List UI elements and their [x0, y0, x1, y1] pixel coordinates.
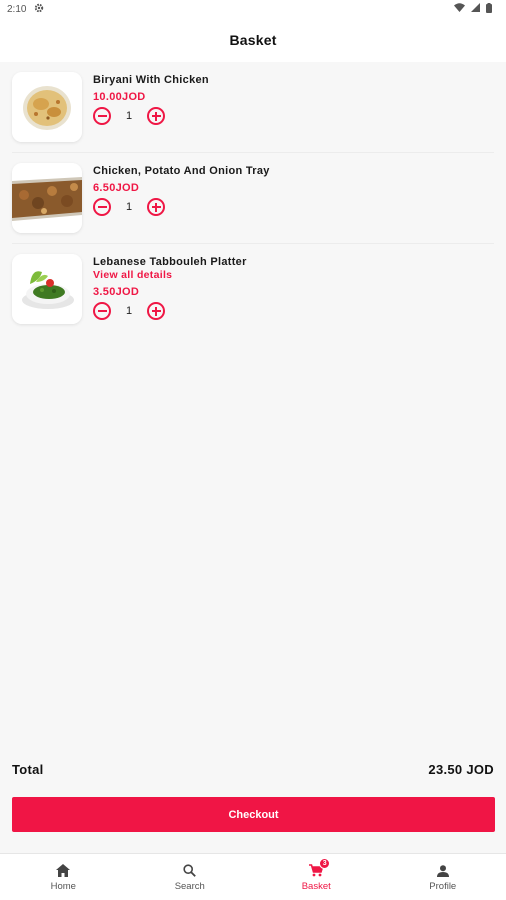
nav-basket[interactable]: 3 Basket: [253, 854, 380, 900]
quantity-stepper: 1: [93, 302, 247, 320]
item-price: 6.50JOD: [93, 182, 140, 194]
quantity-stepper: 1: [93, 198, 270, 216]
nav-home[interactable]: Home: [0, 854, 127, 900]
home-icon: [56, 863, 71, 879]
battery-icon: [486, 2, 492, 16]
quantity-value: 1: [125, 201, 133, 213]
settings-icon: [34, 3, 44, 16]
item-price: 10.00JOD: [93, 91, 146, 103]
biryani-image: [12, 72, 82, 142]
person-icon: [436, 863, 449, 879]
basket-list: Biryani With Chicken 10.00JOD 1 Chicken,…: [0, 62, 506, 334]
nav-search[interactable]: Search: [127, 854, 254, 900]
app-header: Basket: [0, 18, 506, 62]
minus-icon[interactable]: [93, 302, 111, 320]
search-icon: [183, 863, 197, 879]
nav-home-label: Home: [50, 880, 76, 892]
quantity-value: 1: [125, 305, 133, 317]
basket-item[interactable]: Lebanese Tabbouleh Platter View all deta…: [12, 244, 494, 334]
plus-icon[interactable]: [147, 302, 165, 320]
signal-icon: [471, 3, 480, 15]
wifi-icon: [454, 3, 465, 15]
total-value: 23.50 JOD: [428, 762, 494, 777]
minus-icon[interactable]: [93, 198, 111, 216]
cart-icon: 3: [309, 857, 331, 879]
plus-icon[interactable]: [147, 198, 165, 216]
nav-profile[interactable]: Profile: [380, 854, 506, 900]
item-name: Chicken, Potato And Onion Tray: [93, 165, 270, 177]
checkout-label: Checkout: [228, 808, 279, 821]
view-all-details-link[interactable]: View all details: [93, 269, 247, 282]
chicken-tray-image: [12, 163, 82, 233]
plus-icon[interactable]: [147, 107, 165, 125]
nav-basket-label: Basket: [301, 880, 331, 892]
basket-item[interactable]: Biryani With Chicken 10.00JOD 1: [12, 62, 494, 153]
item-price: 3.50JOD: [93, 286, 140, 298]
status-time: 2:10: [7, 3, 27, 15]
checkout-button[interactable]: Checkout: [12, 797, 495, 832]
item-name: Biryani With Chicken: [93, 74, 209, 86]
minus-icon[interactable]: [93, 107, 111, 125]
total-row: Total 23.50 JOD: [12, 762, 494, 777]
item-name: Lebanese Tabbouleh Platter: [93, 256, 247, 268]
page-title: Basket: [229, 32, 277, 48]
quantity-stepper: 1: [93, 107, 209, 125]
nav-profile-label: Profile: [429, 880, 457, 892]
basket-item[interactable]: Chicken, Potato And Onion Tray 6.50JOD 1: [12, 153, 494, 244]
bottom-nav: Home Search 3 Basket Profile: [0, 853, 506, 900]
tabbouleh-image: [12, 254, 82, 324]
total-label: Total: [12, 762, 44, 777]
status-bar: 2:10: [0, 0, 506, 18]
cart-badge: 3: [319, 857, 331, 869]
nav-search-label: Search: [174, 880, 205, 892]
quantity-value: 1: [125, 110, 133, 122]
